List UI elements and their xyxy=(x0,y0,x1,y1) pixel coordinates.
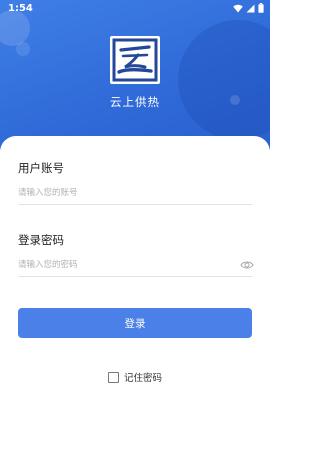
decor-bubble xyxy=(16,42,30,56)
wifi-icon xyxy=(233,4,243,12)
remember-password-checkbox[interactable] xyxy=(107,371,119,383)
signal-icon xyxy=(246,4,255,12)
battery-icon xyxy=(258,3,264,13)
app-logo-icon xyxy=(108,34,162,86)
app-name: 云上供热 xyxy=(110,95,160,109)
login-button[interactable]: 登录 xyxy=(18,308,252,338)
app-logo-icon-graphic xyxy=(110,36,160,84)
remember-password-label: 记住密码 xyxy=(123,373,162,384)
password-input[interactable] xyxy=(18,254,234,277)
login-screen: 1:54 云上供热 用户账号 请输入您的账号 登录密码 登录 记住密码 xyxy=(0,0,270,450)
status-icons xyxy=(233,3,264,13)
decor-bubble xyxy=(178,20,270,140)
username-label: 用户账号 xyxy=(18,161,64,175)
password-underline xyxy=(18,276,252,277)
header-banner: 1:54 云上供热 xyxy=(0,0,270,150)
remember-password[interactable]: 记住密码 xyxy=(0,370,270,384)
status-time: 1:54 xyxy=(8,3,33,14)
login-card: 用户账号 登录密码 登录 记住密码 xyxy=(0,136,270,450)
password-label: 登录密码 xyxy=(18,233,64,247)
eye-icon[interactable] xyxy=(240,259,254,271)
username-input[interactable] xyxy=(18,182,252,205)
status-bar: 1:54 xyxy=(0,0,270,18)
